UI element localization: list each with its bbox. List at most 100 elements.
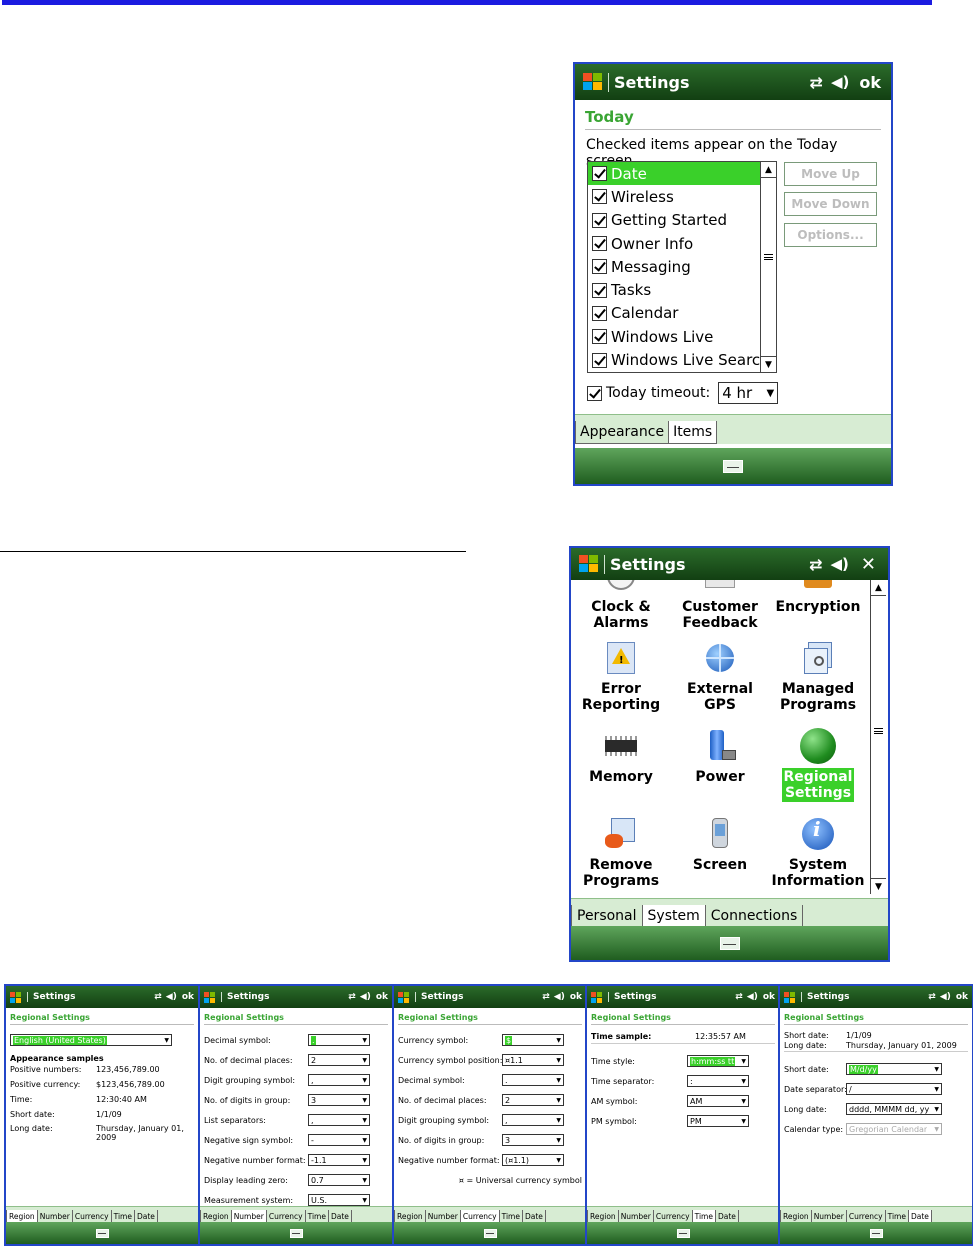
settings-item[interactable]: Regional Settings [768,728,868,802]
value-select[interactable]: AM ▼ [687,1095,749,1107]
connectivity-icon[interactable]: ⇄ [542,992,550,1002]
value-select[interactable]: Gregorian Calendar ▼ [846,1123,942,1135]
today-timeout-checkbox[interactable] [587,385,602,401]
value-select[interactable]: 0.7 ▼ [308,1174,370,1186]
close-icon[interactable]: ✕ [861,554,876,575]
locale-select[interactable]: English (United States) ▼ [10,1034,172,1046]
list-item[interactable]: Messaging [588,255,760,278]
list-item[interactable]: Windows Live Search [588,348,770,371]
item-checkbox[interactable] [592,212,607,228]
value-select[interactable]: PM ▼ [687,1115,749,1127]
value-select[interactable]: 3 ▼ [502,1134,564,1146]
connectivity-icon[interactable]: ⇄ [735,992,743,1002]
list-item[interactable]: Calendar [588,302,760,325]
windows-logo-icon[interactable] [784,991,796,1003]
ok-button[interactable]: ok [376,992,388,1002]
tab-personal[interactable]: Personal [571,905,643,928]
value-select[interactable]: 2 ▼ [308,1054,370,1066]
value-select[interactable]: , ▼ [502,1114,564,1126]
scroll-down-arrow-icon[interactable]: ▼ [761,356,776,372]
value-select[interactable]: - ▼ [308,1134,370,1146]
settings-item[interactable]: Clock & Alarms [571,580,671,632]
item-checkbox[interactable] [592,236,607,252]
value-select[interactable]: M/d/yy ▼ [846,1063,942,1075]
keyboard-icon[interactable] [289,1228,303,1238]
connectivity-icon[interactable]: ⇄ [154,992,162,1002]
volume-icon[interactable]: ◀︎) [554,992,565,1002]
list-item[interactable]: Owner Info [588,232,760,255]
settings-item[interactable]: Remove Programs [571,816,671,890]
settings-item[interactable]: ! Error Reporting [571,640,671,714]
tab-appearance[interactable]: Appearance [575,421,670,444]
volume-icon[interactable]: ◀︎) [940,992,951,1002]
list-item[interactable]: Tasks [588,278,760,301]
list-item[interactable]: Getting Started [588,209,760,232]
item-checkbox[interactable] [592,305,607,321]
keyboard-icon[interactable] [676,1228,690,1238]
item-checkbox[interactable] [592,189,607,205]
list-item[interactable]: Windows Live [588,325,760,348]
options-button[interactable]: Options... [784,223,877,247]
value-select[interactable]: . ▼ [308,1034,370,1046]
volume-icon[interactable]: ◀︎) [747,992,758,1002]
settings-item[interactable]: Screen [670,816,770,874]
ok-button[interactable]: ok [956,992,968,1002]
keyboard-icon[interactable] [483,1228,497,1238]
windows-logo-icon[interactable] [204,991,216,1003]
windows-logo-icon[interactable] [10,991,22,1003]
ok-button[interactable]: ok [859,73,881,92]
volume-icon[interactable]: ◀︎) [831,555,849,573]
keyboard-icon[interactable] [869,1228,883,1238]
today-items-list[interactable]: Date Wireless Getting Started Owner Info Mes… [587,161,777,373]
volume-icon[interactable]: ◀︎) [166,992,177,1002]
settings-item[interactable]: Customer Feedback [670,580,770,632]
windows-logo-icon[interactable] [583,73,603,91]
keyboard-icon[interactable] [723,459,743,473]
item-checkbox[interactable] [592,329,607,345]
ok-button[interactable]: ok [570,992,582,1002]
ok-button[interactable]: ok [182,992,194,1002]
settings-item[interactable]: Memory [571,728,671,786]
list-scrollbar[interactable]: ▲ ▼ [760,162,776,372]
value-select[interactable]: U.S. ▼ [308,1194,370,1206]
settings-item[interactable]: Power [670,728,770,786]
scroll-up-arrow-icon[interactable]: ▲ [761,162,776,178]
value-select[interactable]: , ▼ [308,1114,370,1126]
value-select[interactable]: -1.1 ▼ [308,1154,370,1166]
grid-scrollbar[interactable]: ▲ ▼ [870,580,888,894]
item-checkbox[interactable] [592,166,607,182]
keyboard-icon[interactable] [95,1228,109,1238]
tab-system[interactable]: System [641,905,706,928]
list-item[interactable]: Wireless [588,185,760,208]
connectivity-icon[interactable]: ⇄ [809,555,822,574]
value-select[interactable]: (¤1.1) ▼ [502,1154,564,1166]
value-select[interactable]: . ▼ [502,1074,564,1086]
value-select[interactable]: 3 ▼ [308,1094,370,1106]
item-checkbox[interactable] [592,282,607,298]
list-item[interactable]: Date [588,162,760,186]
connectivity-icon[interactable]: ⇄ [348,992,356,1002]
tab-connections[interactable]: Connections [704,905,804,928]
volume-icon[interactable]: ◀︎) [831,73,849,91]
keyboard-icon[interactable] [719,936,740,950]
value-select[interactable]: : ▼ [687,1075,749,1087]
windows-logo-icon[interactable] [579,555,599,573]
value-select[interactable]: $ ▼ [502,1034,564,1046]
connectivity-icon[interactable]: ⇄ [928,992,936,1002]
value-select[interactable]: ¤1.1 ▼ [502,1054,564,1066]
today-timeout-select[interactable]: 4 hr ▼ [718,382,779,404]
windows-logo-icon[interactable] [398,991,410,1003]
value-select[interactable]: / ▼ [846,1083,942,1095]
scroll-down-arrow-icon[interactable]: ▼ [871,878,886,894]
value-select[interactable]: h:mm:ss tt ▼ [687,1055,749,1067]
settings-item[interactable]: Managed Programs [768,640,868,714]
tab-items[interactable]: Items [668,421,718,444]
value-select[interactable]: 2 ▼ [502,1094,564,1106]
ok-button[interactable]: ok [763,992,775,1002]
move-up-button[interactable]: Move Up [784,162,877,186]
settings-item[interactable]: i System Information [768,816,868,890]
settings-item[interactable]: Encryption [768,580,868,616]
volume-icon[interactable]: ◀︎) [360,992,371,1002]
windows-logo-icon[interactable] [591,991,603,1003]
item-checkbox[interactable] [592,259,607,275]
